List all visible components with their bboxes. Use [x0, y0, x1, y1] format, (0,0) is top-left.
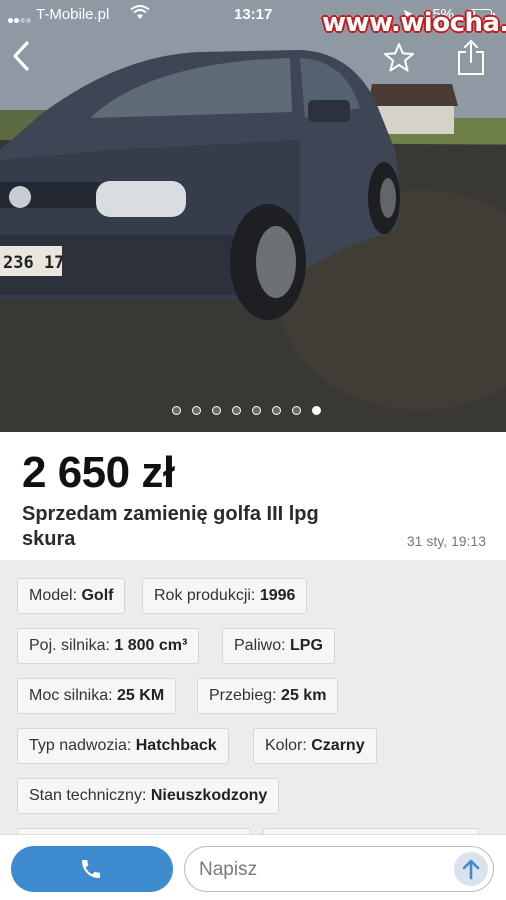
- license-plate: 236 17: [3, 253, 64, 273]
- arrow-up-icon: [462, 859, 480, 880]
- share-button[interactable]: [456, 38, 486, 81]
- param-chip: Moc silnika: 25 KM: [17, 678, 177, 714]
- param-chip: Kolor: Czarny: [253, 728, 377, 764]
- carrier-name: T-Mobile.pl: [36, 6, 110, 23]
- call-button[interactable]: [11, 846, 173, 892]
- listing-photo-gallery[interactable]: 236 17 T-Mobile.pl 13:17 ➤ 35% www.wioch…: [0, 0, 506, 432]
- param-value: Nieuszkodzony: [150, 787, 268, 804]
- back-button[interactable]: [10, 40, 32, 77]
- param-value: 1996: [259, 587, 296, 604]
- pager-dot[interactable]: [252, 406, 261, 415]
- send-button[interactable]: [454, 852, 488, 886]
- param-chip: Przebieg: 25 km: [197, 678, 339, 714]
- param-chip: Rok produkcji: 1996: [142, 578, 308, 614]
- watermark: www.wiocha.pl: [322, 8, 506, 38]
- car-photo: 236 17: [0, 0, 506, 432]
- param-label: Kolor:: [265, 737, 307, 754]
- param-value: Golf: [81, 587, 114, 604]
- param-label: Moc silnika:: [29, 687, 113, 704]
- param-label: Model:: [29, 587, 78, 604]
- pager-dot[interactable]: [312, 406, 321, 415]
- listing-summary: 2 650 zł Sprzedam zamienię golfa III lpg…: [0, 432, 506, 560]
- listing-parameters: Model: Golf Rok produkcji: 1996 Poj. sil…: [0, 562, 506, 840]
- listing-title: Sprzedam zamienię golfa III lpg skura: [22, 503, 319, 550]
- clock: 13:17: [234, 6, 273, 23]
- pager-dot[interactable]: [292, 406, 301, 415]
- param-value: 1 800 cm³: [114, 637, 188, 654]
- message-input[interactable]: [199, 857, 449, 883]
- param-chip: Model: Golf: [17, 578, 126, 614]
- param-chip: Stan techniczny: Nieuszkodzony: [17, 778, 280, 814]
- param-value: 25 km: [281, 687, 327, 704]
- param-label: Poj. silnika:: [29, 637, 110, 654]
- gallery-pager[interactable]: [172, 402, 332, 415]
- message-box: [184, 846, 494, 892]
- share-icon: [458, 39, 484, 75]
- pager-dot[interactable]: [272, 406, 281, 415]
- star-icon: [384, 43, 414, 72]
- signal-icon: [8, 10, 32, 23]
- wifi-icon: [130, 5, 150, 19]
- contact-bar: [0, 834, 506, 900]
- param-value: Hatchback: [135, 737, 217, 754]
- phone-icon: [82, 860, 100, 878]
- pager-dot[interactable]: [192, 406, 201, 415]
- param-value: Czarny: [311, 737, 365, 754]
- param-chip: Poj. silnika: 1 800 cm³: [17, 628, 200, 664]
- param-label: Typ nadwozia:: [29, 737, 132, 754]
- param-label: Rok produkcji:: [154, 587, 256, 604]
- param-chip: Typ nadwozia: Hatchback: [17, 728, 229, 764]
- param-label: Paliwo:: [234, 637, 286, 654]
- price: 2 650 zł: [22, 448, 175, 497]
- param-label: Przebieg:: [209, 687, 277, 704]
- param-value: LPG: [290, 637, 323, 654]
- param-value: 25 KM: [117, 687, 165, 704]
- chevron-left-icon: [13, 41, 29, 71]
- favorite-button[interactable]: [383, 42, 415, 77]
- pager-dot[interactable]: [212, 406, 221, 415]
- pager-dot[interactable]: [232, 406, 241, 415]
- pager-dot[interactable]: [172, 406, 181, 415]
- param-chip: Paliwo: LPG: [222, 628, 335, 664]
- param-label: Stan techniczny:: [29, 787, 147, 804]
- posted-date: 31 sty, 19:13: [406, 533, 486, 549]
